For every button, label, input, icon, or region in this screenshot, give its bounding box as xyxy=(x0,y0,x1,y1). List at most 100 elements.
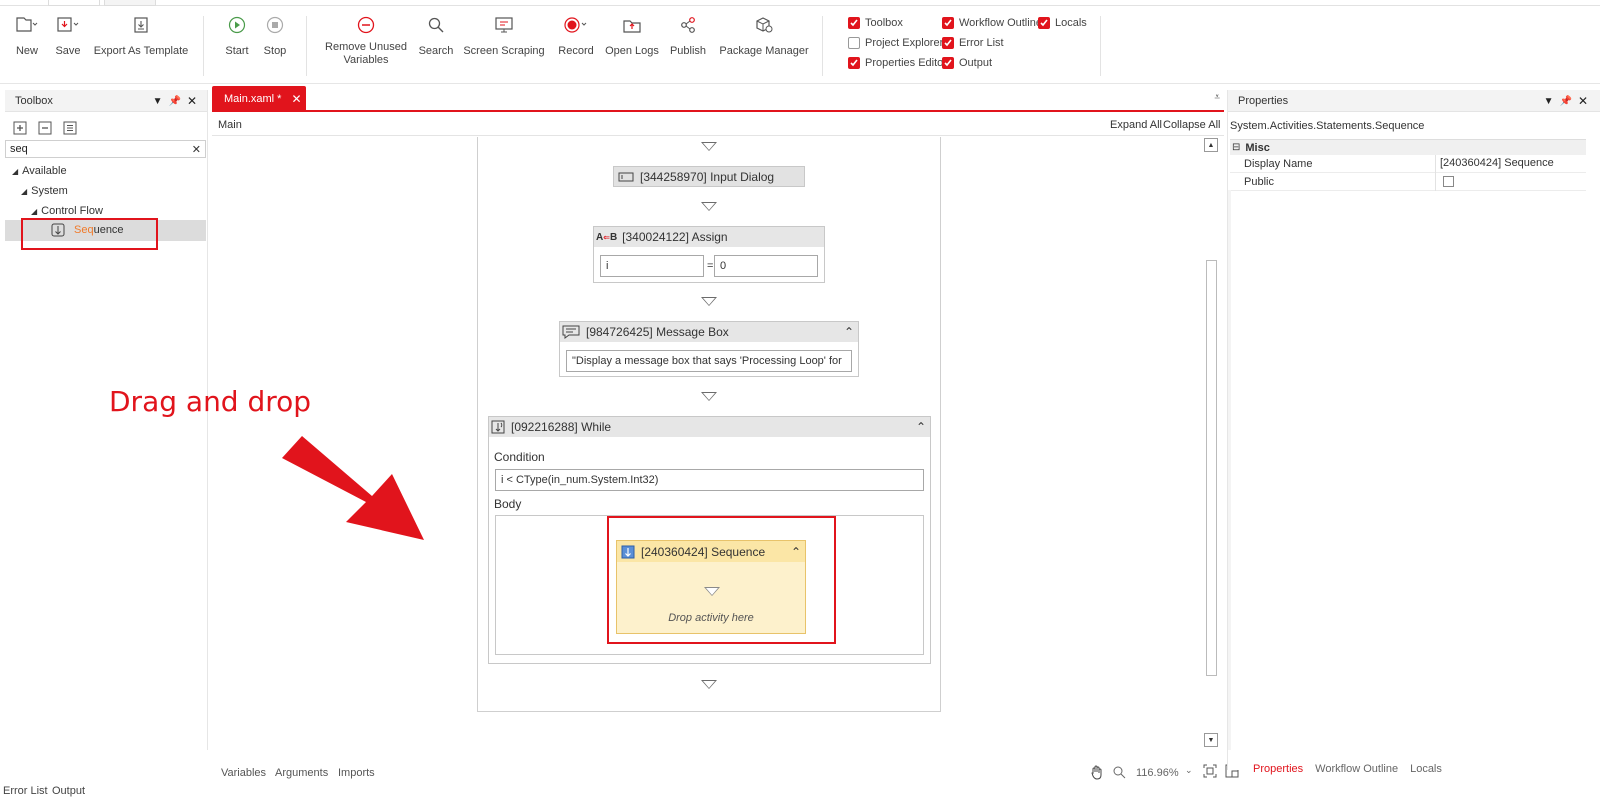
expand-all-icon[interactable] xyxy=(13,121,29,135)
project-explorer-toggle[interactable]: Project Explorer xyxy=(848,37,943,49)
logs-icon xyxy=(622,14,642,36)
tab-locals[interactable]: Locals xyxy=(1410,763,1442,775)
tab-error-list[interactable]: Error List xyxy=(3,785,48,797)
dropdown-icon[interactable]: ▼ xyxy=(153,96,163,107)
new-button[interactable]: New xyxy=(12,14,42,58)
variables-tab[interactable]: Variables xyxy=(221,767,266,779)
list-view-icon[interactable] xyxy=(63,121,79,135)
expanded-triangle-icon: ◢ xyxy=(21,186,28,196)
tab-output[interactable]: Output xyxy=(52,785,85,797)
start-button[interactable]: Start xyxy=(222,14,252,58)
zoom-icon[interactable] xyxy=(1112,765,1126,779)
input-dialog-activity[interactable]: [344258970] Input Dialog xyxy=(613,166,805,187)
locals-toggle[interactable]: Locals xyxy=(1038,17,1087,29)
tree-node-control-flow[interactable]: ◢ Control Flow xyxy=(31,205,103,217)
display-name-value[interactable]: [240360424] Sequence xyxy=(1440,157,1554,169)
expand-all-link[interactable]: Expand All xyxy=(1110,119,1162,131)
pin-icon[interactable]: 📌 xyxy=(168,96,180,107)
checkbox-checked-icon xyxy=(848,57,860,69)
output-toggle[interactable]: Output xyxy=(942,57,992,69)
stop-icon xyxy=(266,14,284,36)
dropdown-icon[interactable]: ▼ xyxy=(1544,96,1554,107)
drop-arrow-icon[interactable] xyxy=(701,142,717,151)
property-row[interactable]: Public xyxy=(1230,173,1586,191)
workflow-outline-toggle[interactable]: Workflow Outline xyxy=(942,17,1042,29)
clear-search-icon[interactable]: ✕ xyxy=(192,143,201,156)
toolbox-toggle[interactable]: Toolbox xyxy=(848,17,903,29)
message-icon xyxy=(562,325,580,339)
new-file-icon xyxy=(15,14,39,36)
toolbox-actions xyxy=(13,121,79,135)
message-text-field[interactable]: "Display a message box that says 'Proces… xyxy=(566,350,852,372)
toolbox-header: Toolbox ▼ 📌 ✕ xyxy=(5,90,207,112)
arguments-tab[interactable]: Arguments xyxy=(275,767,328,779)
drop-arrow-icon[interactable] xyxy=(701,392,717,401)
property-row[interactable]: Display Name [240360424] Sequence xyxy=(1230,155,1586,173)
tab-overflow-icon[interactable]: ⩡ xyxy=(1214,92,1220,103)
drop-arrow-icon[interactable] xyxy=(701,202,717,211)
close-icon[interactable]: ✕ xyxy=(187,94,197,108)
search-button[interactable]: Search xyxy=(418,14,454,58)
category-misc[interactable]: ⊟ Misc xyxy=(1230,139,1586,155)
collapse-box-icon[interactable]: ⊟ xyxy=(1232,142,1240,153)
zoom-dropdown-icon[interactable]: ⌄ xyxy=(1185,765,1193,776)
message-box-activity[interactable]: [984726425] Message Box ⌃ "Display a mes… xyxy=(559,321,859,377)
error-list-toggle[interactable]: Error List xyxy=(942,37,1004,49)
checkbox-checked-icon xyxy=(942,17,954,29)
breadcrumb[interactable]: Main xyxy=(218,119,242,131)
fit-to-screen-icon[interactable] xyxy=(1203,764,1217,778)
export-template-button[interactable]: Export As Template xyxy=(94,14,188,58)
play-icon xyxy=(228,14,246,36)
save-button[interactable]: Save xyxy=(53,14,83,58)
properties-header: Properties ▼ 📌 ✕ xyxy=(1228,90,1600,112)
open-logs-button[interactable]: Open Logs xyxy=(605,14,659,58)
zoom-level[interactable]: 116.96% xyxy=(1136,767,1179,779)
imports-tab[interactable]: Imports xyxy=(338,767,375,779)
remove-unused-variables-button[interactable]: Remove Unused Variables xyxy=(325,14,407,67)
share-icon xyxy=(679,14,697,36)
scroll-up-icon[interactable]: ▲ xyxy=(1204,138,1218,152)
drop-arrow-icon[interactable] xyxy=(701,297,717,306)
pan-hand-icon[interactable] xyxy=(1089,764,1105,780)
package-icon xyxy=(754,14,774,36)
tab-workflow-outline[interactable]: Workflow Outline xyxy=(1315,763,1398,775)
screen-scraping-icon xyxy=(494,14,514,36)
public-checkbox[interactable] xyxy=(1443,176,1454,187)
input-dialog-icon xyxy=(618,171,634,183)
remove-icon xyxy=(357,14,375,36)
stop-button[interactable]: Stop xyxy=(260,14,290,58)
tab-main-xaml[interactable]: Main.xaml * ✕ xyxy=(212,86,306,111)
pin-icon[interactable]: 📌 xyxy=(1559,96,1571,107)
record-button[interactable]: Record xyxy=(556,14,596,58)
tree-node-available[interactable]: ◢ Available xyxy=(12,165,67,177)
collapse-all-icon[interactable] xyxy=(38,121,54,135)
vertical-scrollbar[interactable] xyxy=(1206,260,1217,676)
save-icon xyxy=(56,14,80,36)
expanded-triangle-icon: ◢ xyxy=(12,166,19,176)
right-panel-tabs: Properties Workflow Outline Locals xyxy=(1253,763,1442,775)
close-tab-icon[interactable]: ✕ xyxy=(291,92,301,106)
bottom-bar: Error List Output xyxy=(0,783,1600,802)
tree-node-system[interactable]: ◢ System xyxy=(21,185,68,197)
highlight-box xyxy=(21,218,158,250)
assign-to-field[interactable]: i xyxy=(600,255,704,277)
screen-scraping-button[interactable]: Screen Scraping xyxy=(463,14,545,58)
drop-arrow-icon[interactable] xyxy=(701,680,717,689)
assign-value-field[interactable]: 0 xyxy=(714,255,818,277)
collapse-chevron-icon[interactable]: ⌃ xyxy=(916,420,926,434)
toolbox-search-input[interactable]: seq ✕ xyxy=(5,140,206,158)
close-icon[interactable]: ✕ xyxy=(1578,94,1588,108)
assign-icon: A⇐B xyxy=(596,231,618,243)
template-icon xyxy=(132,14,150,36)
collapse-all-link[interactable]: Collapse All xyxy=(1163,119,1220,131)
assign-activity[interactable]: A⇐B [340024122] Assign i = 0 xyxy=(593,226,825,283)
collapse-chevron-icon[interactable]: ⌃ xyxy=(844,325,854,339)
package-manager-button[interactable]: Package Manager xyxy=(719,14,809,58)
search-icon xyxy=(427,14,445,36)
highlight-box xyxy=(607,516,836,644)
scroll-down-icon[interactable]: ▼ xyxy=(1204,733,1218,747)
properties-editor-toggle[interactable]: Properties Editor xyxy=(848,57,947,69)
publish-button[interactable]: Publish xyxy=(668,14,708,58)
tab-properties[interactable]: Properties xyxy=(1253,763,1303,775)
condition-field[interactable]: i < CType(in_num.System.Int32) xyxy=(495,469,924,491)
